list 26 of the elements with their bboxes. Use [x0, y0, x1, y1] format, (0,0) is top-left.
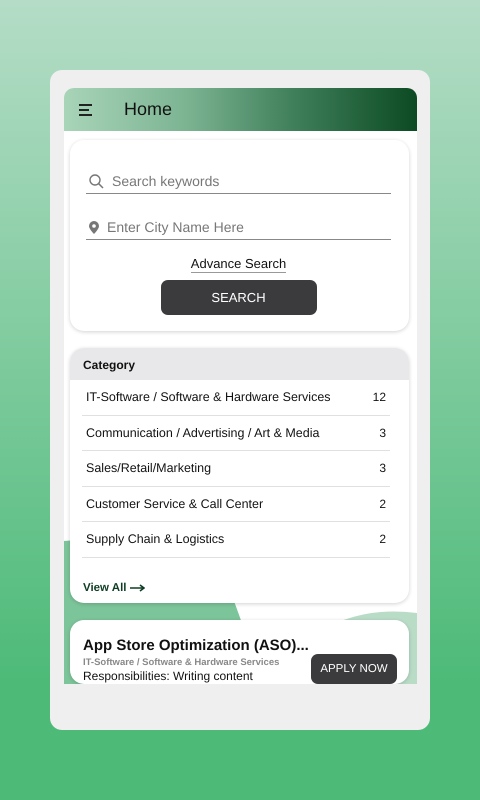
arrow-icon: [130, 584, 146, 592]
apply-now-button[interactable]: APPLY NOW: [311, 654, 397, 684]
category-count: 3: [379, 426, 386, 440]
category-count: 3: [379, 461, 386, 476]
category-count: 2: [379, 532, 386, 546]
menu-icon[interactable]: [79, 104, 93, 116]
category-item[interactable]: Communication / Advertising / Art & Media 3: [82, 416, 390, 451]
keyword-field[interactable]: Search keywords: [112, 173, 388, 189]
job-title: App Store Optimization (ASO)...: [83, 637, 309, 654]
category-item[interactable]: IT-Software / Software & Hardware Services 12: [82, 380, 390, 416]
search-icon: [89, 174, 104, 188]
location-pin-icon: [89, 220, 99, 234]
category-title: Category: [83, 358, 136, 372]
category-count: 12: [372, 390, 386, 404]
job-description: Responsibilities: Writing content: [83, 669, 254, 684]
category-item[interactable]: Sales/Retail/Marketing 3: [82, 451, 390, 486]
job-card[interactable]: App Store Optimization (ASO)... IT-Software / Software & Hardware Services Responsibilities: Writing content APPLY NOW: [70, 620, 409, 684]
job-category: IT-Software / Software & Hardware Services: [83, 657, 280, 668]
view-all-link[interactable]: View All: [83, 582, 146, 594]
city-field[interactable]: Enter City Name Here: [107, 219, 388, 235]
category-item[interactable]: Customer Service & Call Center 2: [82, 486, 390, 522]
category-count: 2: [379, 496, 386, 511]
category-item[interactable]: Supply Chain & Logistics 2: [82, 522, 390, 558]
advance-search-link[interactable]: Advance Search: [190, 256, 286, 273]
page-title: Home: [124, 99, 172, 120]
search-button[interactable]: SEARCH: [160, 280, 316, 315]
